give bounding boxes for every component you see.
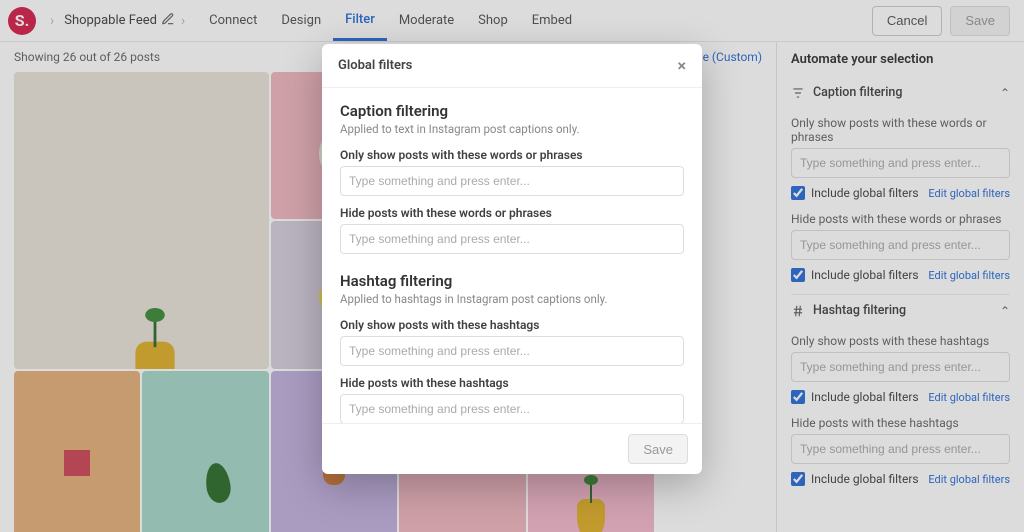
- modal-overlay[interactable]: Global filters × Caption filtering Appli…: [0, 0, 1024, 532]
- modal-caption-hide-input[interactable]: [340, 224, 684, 254]
- global-filters-modal: Global filters × Caption filtering Appli…: [322, 44, 702, 474]
- modal-title: Global filters: [338, 58, 412, 73]
- modal-header: Global filters ×: [322, 44, 702, 88]
- modal-body: Caption filtering Applied to text in Ins…: [322, 88, 702, 423]
- modal-caption-title: Caption filtering: [340, 102, 684, 120]
- modal-hashtag-only-label: Only show posts with these hashtags: [340, 318, 684, 332]
- modal-footer: Save: [322, 423, 702, 474]
- modal-caption-hide-label: Hide posts with these words or phrases: [340, 206, 684, 220]
- modal-caption-sub: Applied to text in Instagram post captio…: [340, 122, 684, 136]
- modal-hashtag-hide-input[interactable]: [340, 394, 684, 423]
- modal-caption-only-input[interactable]: [340, 166, 684, 196]
- modal-save-button[interactable]: Save: [628, 434, 688, 464]
- close-icon[interactable]: ×: [678, 56, 687, 75]
- modal-hashtag-title: Hashtag filtering: [340, 272, 684, 290]
- modal-hashtag-hide-label: Hide posts with these hashtags: [340, 376, 684, 390]
- modal-caption-only-label: Only show posts with these words or phra…: [340, 148, 684, 162]
- modal-hashtag-sub: Applied to hashtags in Instagram post ca…: [340, 292, 684, 306]
- modal-hashtag-only-input[interactable]: [340, 336, 684, 366]
